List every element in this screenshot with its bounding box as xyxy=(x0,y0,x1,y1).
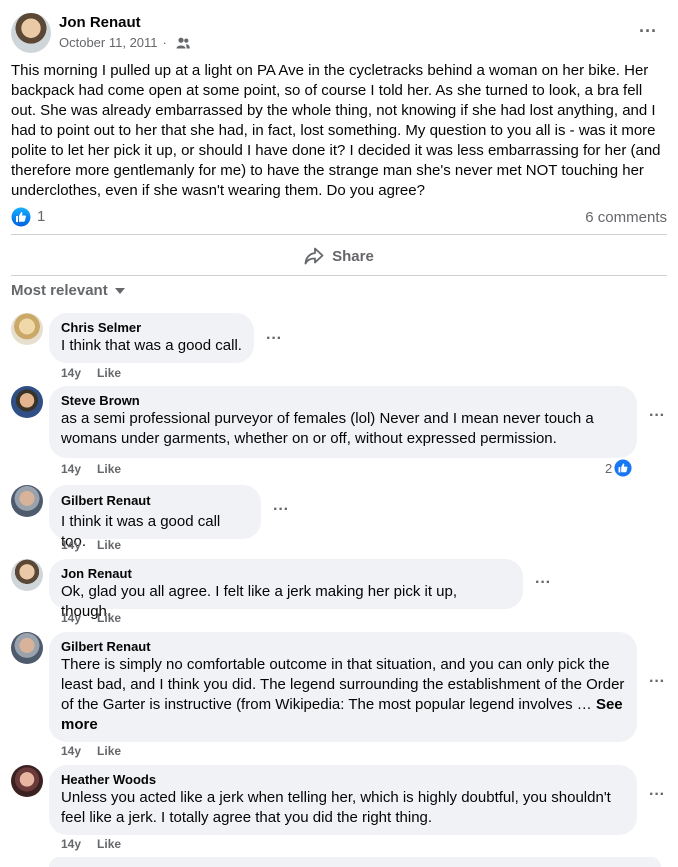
comment-like-button[interactable]: Like xyxy=(97,837,121,851)
comment-bubble: Chris Selmer I think that was a good cal… xyxy=(49,313,254,363)
comment-text: I think that was a good call. xyxy=(61,337,242,354)
sort-label: Most relevant xyxy=(11,282,108,299)
comment-like-button[interactable]: Like xyxy=(97,538,121,552)
comment-like-button[interactable]: Like xyxy=(97,611,121,625)
meta-separator: · xyxy=(162,35,167,50)
post-date[interactable]: October 11, 2011 xyxy=(59,35,158,50)
post-more-icon[interactable]: ··· xyxy=(639,22,657,40)
comment-reaction-count: 2 xyxy=(605,460,613,476)
comment-bubble: Jon Renaut Ok, glad you all agree. I fel… xyxy=(49,559,523,620)
commenter-avatar[interactable] xyxy=(11,632,43,664)
comment-text: There is simply no comfortable outcome i… xyxy=(61,655,625,735)
comment-age[interactable]: 14y xyxy=(61,462,81,476)
share-button[interactable]: Share xyxy=(11,237,667,275)
comment-actions: 14y Like xyxy=(61,611,137,625)
comment-bubble: Steve Brown as a semi professional purve… xyxy=(49,386,637,458)
reactions-row: 1 6 comments xyxy=(11,207,667,227)
commenter-name[interactable]: Gilbert Renaut xyxy=(61,493,249,509)
comment-more-icon[interactable]: ··· xyxy=(266,331,282,347)
next-comment-bubble xyxy=(49,857,661,867)
commenter-avatar[interactable] xyxy=(11,765,43,797)
share-label: Share xyxy=(332,247,374,265)
comment-actions: 14y Like xyxy=(61,538,137,552)
comment-more-icon[interactable]: ··· xyxy=(649,787,665,803)
comment-age[interactable]: 14y xyxy=(61,538,81,552)
comment-age[interactable]: 14y xyxy=(61,366,81,380)
comment-more-icon[interactable]: ··· xyxy=(273,502,289,518)
comment-actions: 14y Like xyxy=(61,744,137,758)
comment-like-button[interactable]: Like xyxy=(97,744,121,758)
comment-actions: 14y Like xyxy=(61,462,137,476)
chevron-down-icon xyxy=(114,287,125,294)
comment-more-icon[interactable]: ··· xyxy=(649,674,665,690)
comment-bubble: Heather Woods Unless you acted like a je… xyxy=(49,765,637,835)
comment-actions: 14y Like xyxy=(61,366,137,380)
commenter-avatar[interactable] xyxy=(11,313,43,345)
commenter-name[interactable]: Jon Renaut xyxy=(61,566,511,582)
comment-age[interactable]: 14y xyxy=(61,837,81,851)
commenter-name[interactable]: Gilbert Renaut xyxy=(61,639,625,655)
comment-text: Unless you acted like a jerk when tellin… xyxy=(61,789,611,826)
like-reaction-icon xyxy=(614,459,632,477)
comment-like-button[interactable]: Like xyxy=(97,366,121,380)
comment-text-body: There is simply no comfortable outcome i… xyxy=(61,656,625,713)
share-icon xyxy=(304,247,324,265)
commenter-avatar[interactable] xyxy=(11,485,43,517)
author-name[interactable]: Jon Renaut xyxy=(59,14,141,31)
like-reaction-icon[interactable] xyxy=(11,207,31,227)
comment-sort-dropdown[interactable]: Most relevant xyxy=(11,282,126,299)
commenter-name[interactable]: Chris Selmer xyxy=(61,320,242,336)
comments-count[interactable]: 6 comments xyxy=(585,209,667,226)
author-avatar[interactable] xyxy=(11,13,51,53)
commenter-name[interactable]: Heather Woods xyxy=(61,772,625,788)
comment-text: as a semi professional purveyor of femal… xyxy=(61,410,594,447)
post-header: Jon Renaut October 11, 2011 · ··· xyxy=(11,13,667,53)
like-count[interactable]: 1 xyxy=(37,208,45,225)
comment-bubble: Gilbert Renaut I think it was a good cal… xyxy=(49,485,261,550)
comment-reaction[interactable]: 2 xyxy=(605,459,632,477)
comment-age[interactable]: 14y xyxy=(61,611,81,625)
divider-top xyxy=(11,234,667,235)
commenter-avatar[interactable] xyxy=(11,559,43,591)
comment-more-icon[interactable]: ··· xyxy=(535,575,551,591)
post-meta: October 11, 2011 · xyxy=(59,35,190,50)
commenter-name[interactable]: Steve Brown xyxy=(61,393,625,409)
comment-age[interactable]: 14y xyxy=(61,744,81,758)
comment-more-icon[interactable]: ··· xyxy=(649,408,665,424)
comment-bubble: Gilbert Renaut There is simply no comfor… xyxy=(49,632,637,742)
divider-bottom xyxy=(11,275,667,276)
comment-like-button[interactable]: Like xyxy=(97,462,121,476)
comment-actions: 14y Like xyxy=(61,837,137,851)
post-body: This morning I pulled up at a light on P… xyxy=(11,62,661,199)
friends-icon xyxy=(176,37,190,48)
commenter-avatar[interactable] xyxy=(11,386,43,418)
